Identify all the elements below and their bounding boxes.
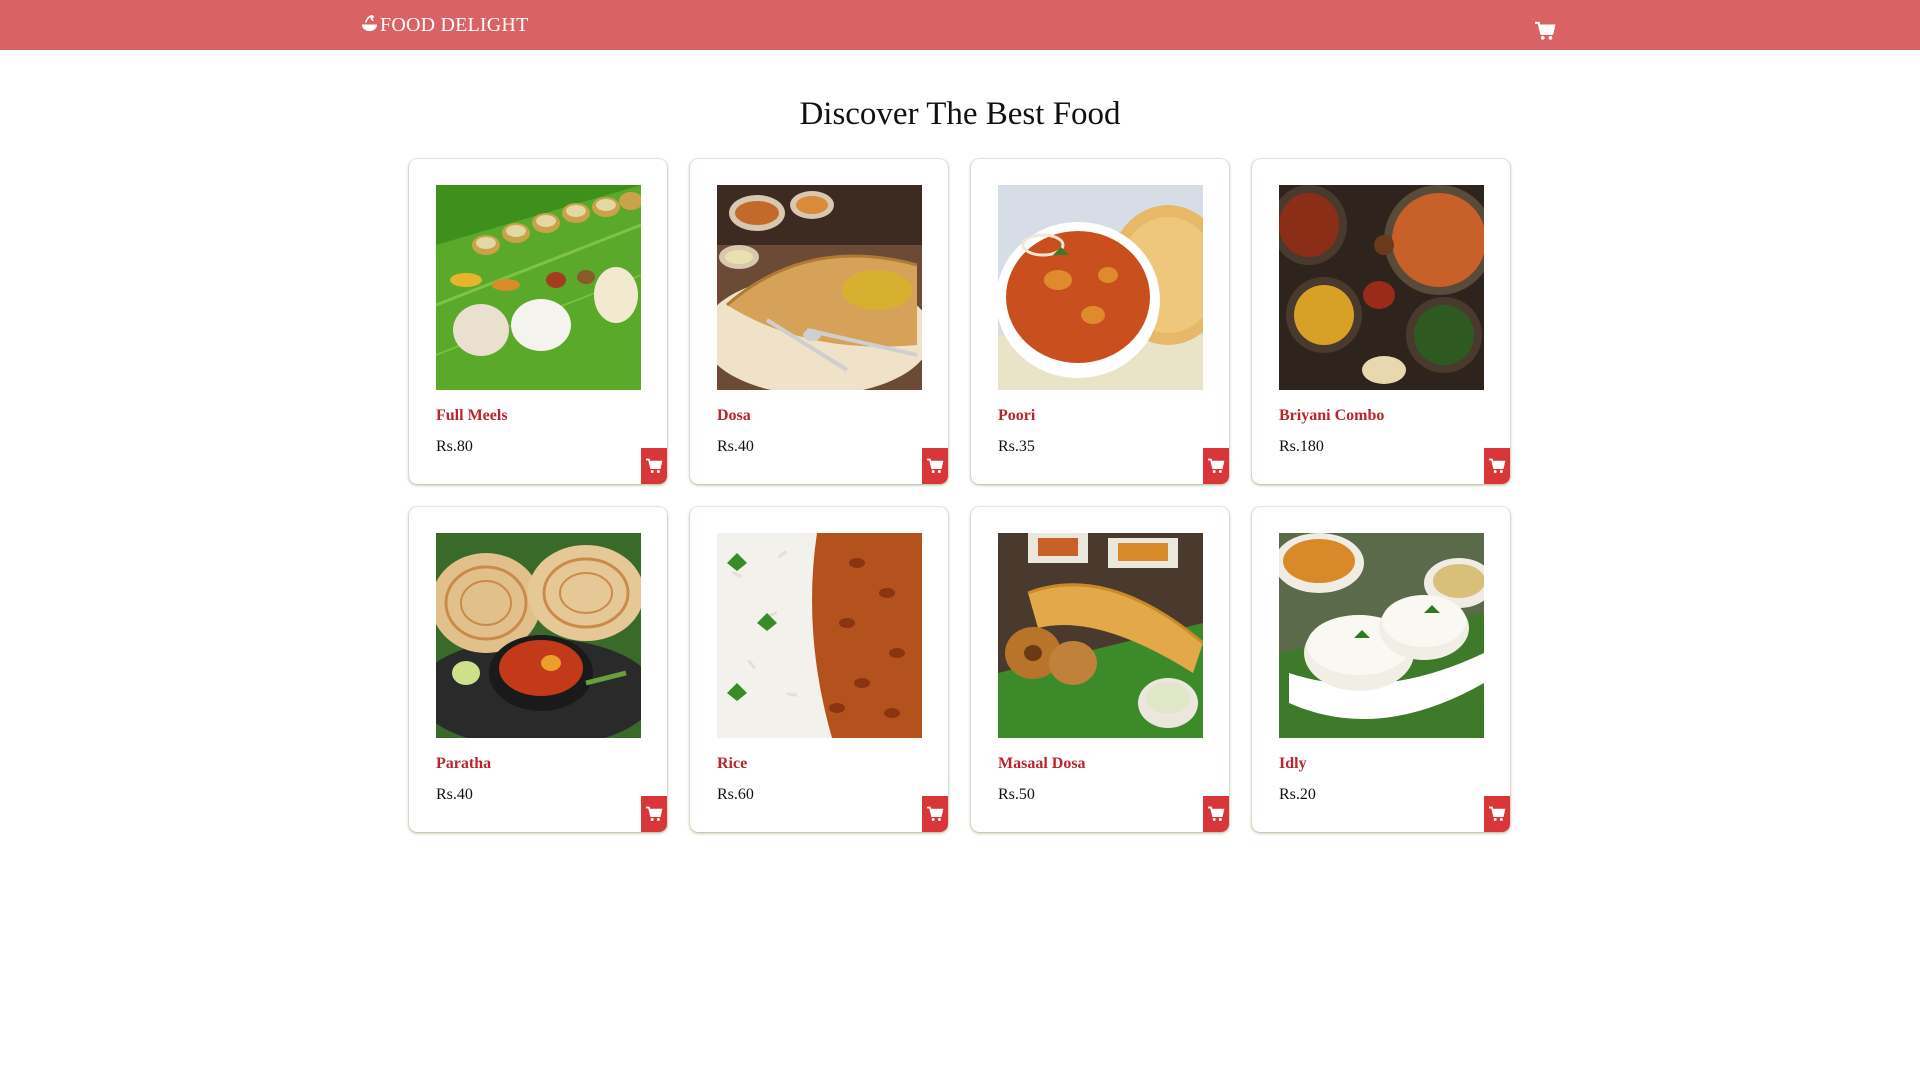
food-name: Poori [998,407,1036,424]
food-image [1279,533,1484,738]
add-to-cart-button[interactable] [1203,448,1229,484]
shopping-cart-icon [927,458,944,473]
shopping-cart-icon[interactable] [1534,21,1556,41]
add-to-cart-button[interactable] [641,796,667,832]
add-to-cart-button[interactable] [1203,796,1229,832]
add-to-cart-button[interactable] [922,448,948,484]
brand-text: FOOD DELIGHT [380,13,529,36]
food-name: Idly [1279,755,1307,772]
food-image [998,533,1203,738]
food-price: Rs.80 [436,438,473,455]
page-heading: Discover The Best Food [799,96,1121,132]
add-to-cart-button[interactable] [1484,796,1510,832]
shopping-cart-icon [646,458,663,473]
food-name: Full Meels [436,407,508,424]
food-price: Rs.50 [998,786,1035,803]
food-bowl-icon [361,14,378,31]
add-to-cart-button[interactable] [922,796,948,832]
add-to-cart-button[interactable] [641,448,667,484]
food-image [717,185,922,390]
food-image [1279,185,1484,390]
food-image [436,533,641,738]
add-to-cart-button[interactable] [1484,448,1510,484]
food-name: Dosa [717,407,751,424]
food-name: Briyani Combo [1279,407,1385,424]
food-name: Rice [717,755,748,772]
food-name: Paratha [436,755,492,772]
food-grid: Full Meels Rs.80 Dosa Rs.40 Poori Rs.35 … [409,159,1511,832]
food-price: Rs.40 [436,786,473,803]
shopping-cart-icon [1208,806,1225,821]
food-card: Briyani Combo Rs.180 [1252,159,1510,484]
top-navbar: FOOD DELIGHT [0,0,1920,50]
food-price: Rs.35 [998,438,1035,455]
food-image [436,185,641,390]
food-name: Masaal Dosa [998,755,1086,772]
food-card: Full Meels Rs.80 [409,159,667,484]
food-card: Dosa Rs.40 [690,159,948,484]
food-price: Rs.20 [1279,786,1316,803]
shopping-cart-icon [646,806,663,821]
brand-link[interactable]: FOOD DELIGHT [360,0,529,50]
food-card: Rice Rs.60 [690,507,948,832]
food-card: Paratha Rs.40 [409,507,667,832]
food-image [998,185,1203,390]
food-price: Rs.180 [1279,438,1324,455]
food-price: Rs.40 [717,438,754,455]
food-card: Masaal Dosa Rs.50 [971,507,1229,832]
shopping-cart-icon [1489,458,1506,473]
food-price: Rs.60 [717,786,754,803]
shopping-cart-icon [1208,458,1225,473]
shopping-cart-icon [1489,806,1506,821]
food-image [717,533,922,738]
food-card: Idly Rs.20 [1252,507,1510,832]
shopping-cart-icon [927,806,944,821]
food-card: Poori Rs.35 [971,159,1229,484]
